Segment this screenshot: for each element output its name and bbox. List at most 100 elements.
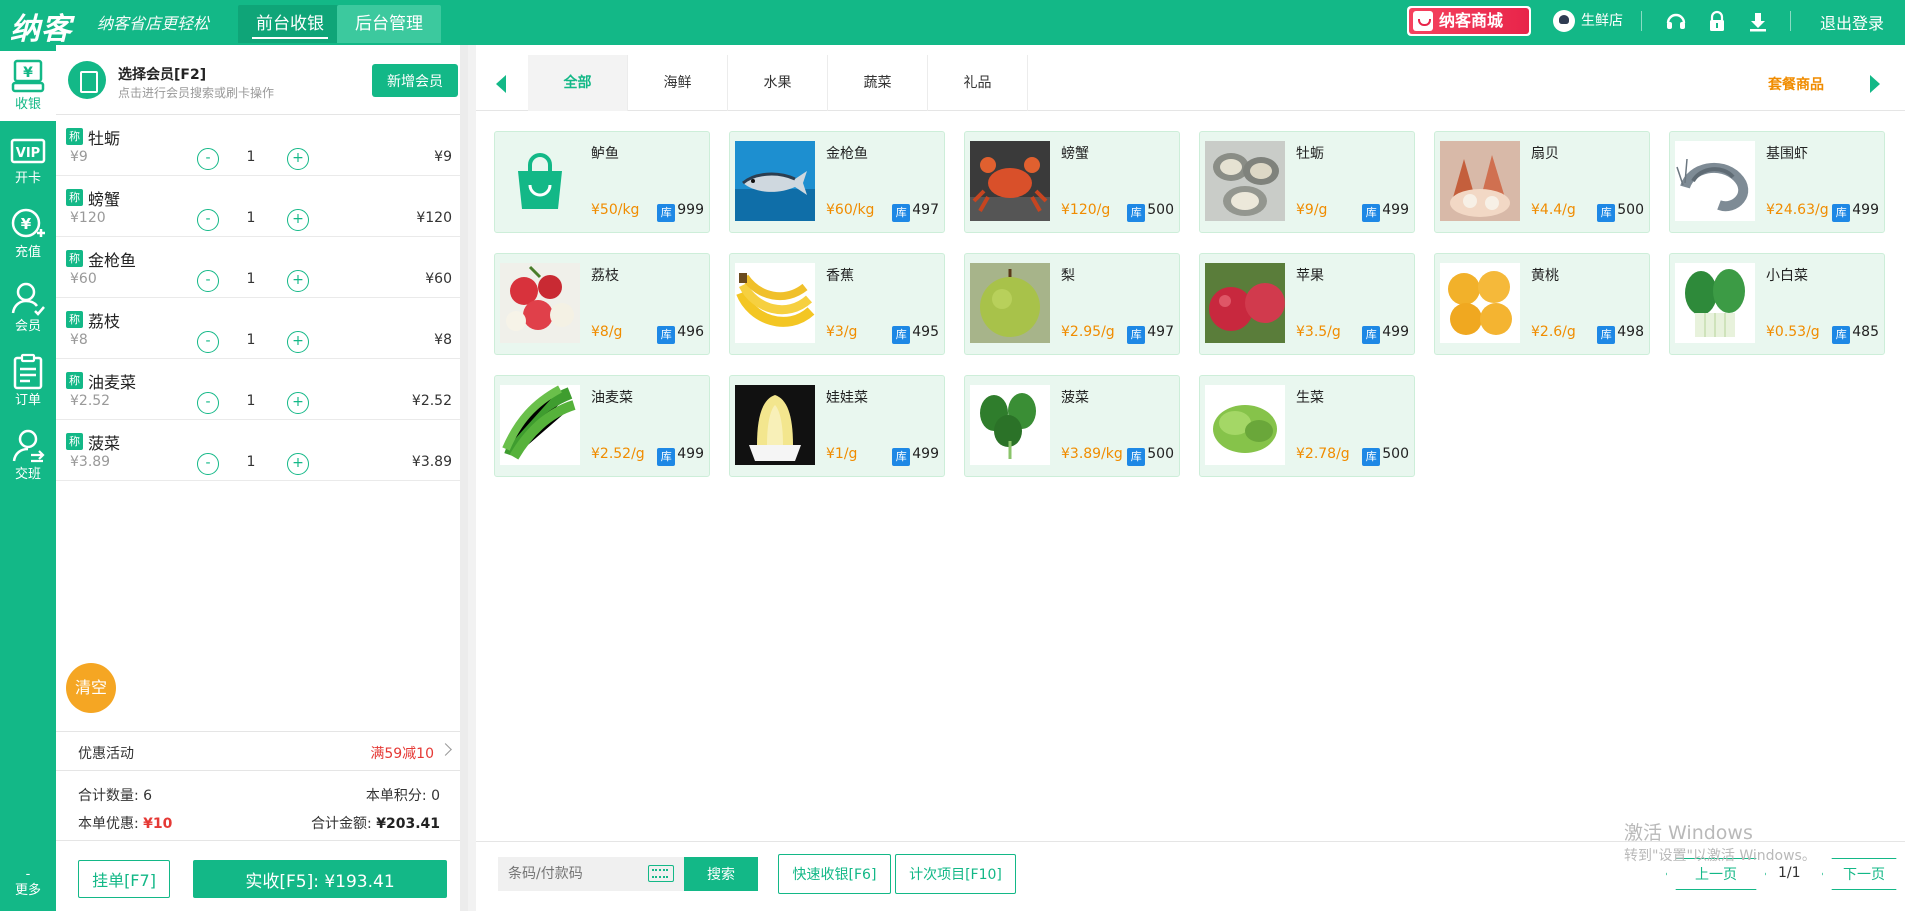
increase-qty-button[interactable]: +: [287, 392, 309, 414]
svg-text:¥: ¥: [23, 65, 33, 81]
hold-order-button[interactable]: 挂单[F7]: [78, 860, 170, 898]
count-items-button[interactable]: 计次项目[F10]: [895, 854, 1016, 894]
stock-tag: 库: [1832, 204, 1851, 222]
decrease-qty-button[interactable]: -: [197, 453, 219, 475]
add-member-button[interactable]: 新增会员: [372, 64, 458, 97]
member-select[interactable]: 选择会员[F2] 点击进行会员搜索或刷卡操作 新增会员: [56, 45, 460, 115]
cart-item-qty[interactable]: 1: [236, 210, 266, 226]
product-card[interactable]: 菠菜 ¥3.89/kg 库 500: [964, 375, 1180, 477]
product-card[interactable]: 金枪鱼 ¥60/kg 库 497: [729, 131, 945, 233]
product-card[interactable]: 牡蛎 ¥9/g 库 499: [1199, 131, 1415, 233]
product-card[interactable]: 基围虾 ¥24.63/g 库 499: [1669, 131, 1885, 233]
increase-qty-button[interactable]: +: [287, 453, 309, 475]
cart-item[interactable]: 称螃蟹 ¥120-1 + ¥120: [56, 176, 460, 237]
order-points: 本单积分: 0: [365, 788, 440, 804]
clear-cart-button[interactable]: 清空: [66, 663, 116, 713]
tab-front-cashier[interactable]: 前台收银: [238, 5, 342, 43]
category-tab[interactable]: 蔬菜: [828, 55, 928, 111]
increase-qty-button[interactable]: +: [287, 270, 309, 292]
increase-qty-button[interactable]: +: [287, 209, 309, 231]
nav-item-cashier[interactable]: ¥ 收银: [0, 51, 56, 121]
cart-item[interactable]: 称牡蛎 ¥9-1 + ¥9: [56, 115, 460, 176]
product-name: 牡蛎: [1296, 146, 1324, 162]
decrease-qty-button[interactable]: -: [197, 270, 219, 292]
next-page-button[interactable]: 下一页: [1822, 858, 1905, 890]
tab-back-office[interactable]: 后台管理: [337, 5, 441, 43]
stock-tag: 库: [892, 204, 911, 222]
cart-item-name: 螃蟹: [88, 190, 121, 209]
nav-item-more[interactable]: - 更多: [0, 868, 56, 898]
product-card[interactable]: 生菜 ¥2.78/g 库 500: [1199, 375, 1415, 477]
category-tab[interactable]: 海鲜: [628, 55, 728, 111]
decrease-qty-button[interactable]: -: [197, 148, 219, 170]
product-card[interactable]: 油麦菜 ¥2.52/g 库 499: [494, 375, 710, 477]
arrow-right-icon[interactable]: [1870, 75, 1880, 93]
decrease-qty-button[interactable]: -: [197, 209, 219, 231]
weigh-tag: 称: [66, 189, 83, 206]
search-button[interactable]: 搜索: [684, 857, 758, 891]
cart-item-qty[interactable]: 1: [236, 393, 266, 409]
keyboard-icon[interactable]: [648, 865, 674, 882]
headset-icon[interactable]: [1664, 10, 1688, 34]
nav-item-shift[interactable]: 交班: [0, 421, 56, 491]
nav-item-order[interactable]: 订单: [0, 347, 56, 417]
cart-item[interactable]: 称油麦菜 ¥2.52-1 + ¥2.52: [56, 359, 460, 420]
stock-tag: 库: [1597, 204, 1616, 222]
cart-item-qty[interactable]: 1: [236, 271, 266, 287]
member-card-icon: [68, 61, 106, 99]
lock-icon[interactable]: [1705, 10, 1729, 34]
quick-cash-button[interactable]: 快速收银[F6]: [778, 854, 891, 894]
nav-item-open-card[interactable]: VIP 开卡: [0, 125, 56, 195]
product-stock: 库 999: [657, 202, 704, 222]
product-card[interactable]: 扇贝 ¥4.4/g 库 500: [1434, 131, 1650, 233]
product-card[interactable]: 黄桃 ¥2.6/g 库 498: [1434, 253, 1650, 355]
nav-item-member[interactable]: 会员: [0, 273, 56, 343]
promo-row[interactable]: 优惠活动 满59减10: [56, 731, 460, 771]
stock-tag: 库: [1127, 326, 1146, 344]
product-image: [1440, 141, 1520, 221]
page-indicator: 1/1: [1778, 865, 1801, 881]
cart-item[interactable]: 称金枪鱼 ¥60-1 + ¥60: [56, 237, 460, 298]
product-stock: 库 499: [1362, 324, 1409, 344]
shopping-bag-icon: [1413, 11, 1433, 31]
logout-button[interactable]: 退出登录: [1820, 10, 1884, 34]
order-discount: 本单优惠: ¥10: [78, 816, 173, 832]
cart-item-qty[interactable]: 1: [236, 332, 266, 348]
product-stock: 库 499: [657, 446, 704, 466]
cart-item[interactable]: 称荔枝 ¥8-1 + ¥8: [56, 298, 460, 359]
product-card[interactable]: 螃蟹 ¥120/g 库 500: [964, 131, 1180, 233]
product-card[interactable]: 鲈鱼 ¥50/kg 库 999: [494, 131, 710, 233]
cart-item[interactable]: 称菠菜 ¥3.89-1 + ¥3.89: [56, 420, 460, 481]
weigh-tag: 称: [66, 372, 83, 389]
cart-item-unit-price: ¥2.52: [70, 393, 111, 409]
category-tab[interactable]: 全部: [528, 55, 628, 111]
product-card[interactable]: 荔枝 ¥8/g 库 496: [494, 253, 710, 355]
category-tab[interactable]: 礼品: [928, 55, 1028, 111]
nav-item-recharge[interactable]: ¥ 充值: [0, 199, 56, 269]
decrease-qty-button[interactable]: -: [197, 331, 219, 353]
cart-item-qty[interactable]: 1: [236, 454, 266, 470]
cart-item-subtotal: ¥8: [434, 332, 452, 348]
package-products-link[interactable]: 套餐商品: [1768, 74, 1824, 94]
product-card[interactable]: 娃娃菜 ¥1/g 库 499: [729, 375, 945, 477]
product-card[interactable]: 小白菜 ¥0.53/g 库 485: [1669, 253, 1885, 355]
increase-qty-button[interactable]: +: [287, 331, 309, 353]
product-card[interactable]: 苹果 ¥3.5/g 库 499: [1199, 253, 1415, 355]
chevron-right-icon: [439, 743, 452, 756]
shop-user[interactable]: 生鲜店: [1553, 9, 1623, 33]
decrease-qty-button[interactable]: -: [197, 392, 219, 414]
pay-button[interactable]: 实收[F5]: ¥193.41: [193, 860, 447, 898]
product-image: [1205, 141, 1285, 221]
arrow-left-icon[interactable]: [496, 75, 506, 93]
weigh-tag: 称: [66, 250, 83, 267]
category-tab[interactable]: 水果: [728, 55, 828, 111]
mall-button[interactable]: 纳客商城: [1407, 6, 1531, 36]
product-card[interactable]: 香蕉 ¥3/g 库 495: [729, 253, 945, 355]
cart-item-qty[interactable]: 1: [236, 149, 266, 165]
promo-value: 满59减10: [370, 746, 434, 762]
download-icon[interactable]: [1746, 10, 1770, 34]
increase-qty-button[interactable]: +: [287, 148, 309, 170]
product-card[interactable]: 梨 ¥2.95/g 库 497: [964, 253, 1180, 355]
product-name: 生菜: [1296, 390, 1324, 406]
stock-tag: 库: [1362, 448, 1381, 466]
